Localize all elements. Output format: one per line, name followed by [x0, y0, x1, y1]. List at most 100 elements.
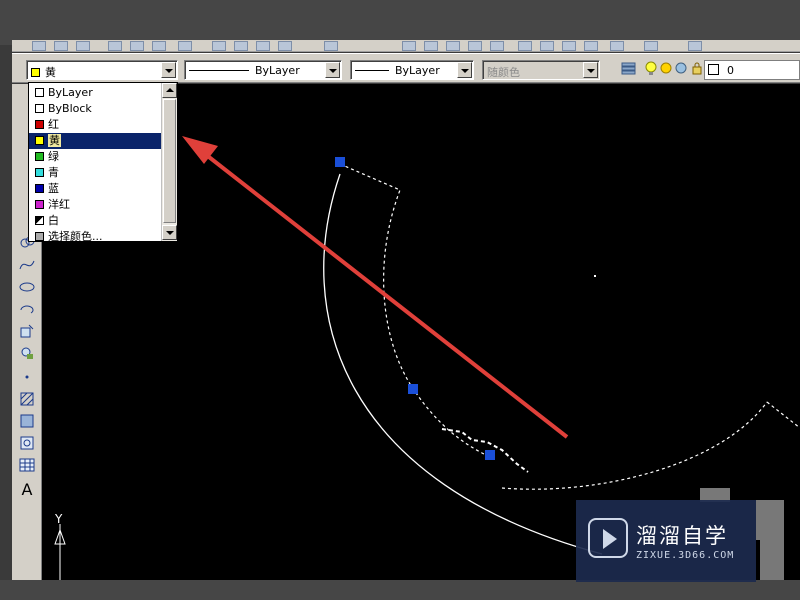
toolbar-button[interactable] — [256, 41, 270, 51]
color-option-red[interactable]: 红 — [29, 117, 162, 133]
color-swatch — [35, 120, 44, 129]
color-option-byblock[interactable]: ByBlock — [29, 101, 162, 117]
grip-point — [408, 384, 418, 394]
scroll-thumb[interactable] — [163, 99, 176, 223]
outer-arc — [323, 173, 603, 555]
scroll-up-icon[interactable] — [162, 83, 177, 98]
toolbar-button[interactable] — [468, 41, 482, 51]
toolbar-button[interactable] — [108, 41, 122, 51]
line-sample — [355, 70, 389, 71]
toolbar-button[interactable] — [610, 41, 624, 51]
toolbar-button[interactable] — [178, 41, 192, 51]
color-dropdown-list: ByLayer ByBlock 红 黄 绿 青 蓝 洋红 白 选择颜色... — [28, 82, 178, 245]
color-palette-icon — [35, 232, 44, 241]
layer-combo-value: 0 — [727, 64, 734, 77]
toolbar-button[interactable] — [584, 41, 598, 51]
top-margin — [0, 0, 800, 45]
region-fill-icon[interactable] — [18, 434, 36, 452]
toolbar-button[interactable] — [490, 41, 504, 51]
toolbar-button[interactable] — [130, 41, 144, 51]
toolbar-button[interactable] — [688, 41, 702, 51]
color-option-bylayer[interactable]: ByLayer — [29, 85, 162, 101]
color-combo-value: 黄 — [31, 64, 56, 80]
chevron-down-icon[interactable] — [457, 62, 472, 78]
toolbar-button[interactable] — [278, 41, 292, 51]
color-swatch — [35, 88, 44, 97]
ellipse-arc-icon[interactable] — [18, 300, 36, 318]
blurred-region — [756, 500, 784, 540]
lineweight-combo[interactable]: ByLayer — [350, 60, 474, 80]
watermark-title: 溜溜自学 — [636, 524, 728, 548]
multiline-text-icon[interactable]: A — [18, 480, 36, 499]
toolbar-button[interactable] — [424, 41, 438, 51]
large-dashed-arc-end — [766, 401, 800, 429]
color-swatch — [35, 216, 44, 225]
toolbar-button[interactable] — [324, 41, 338, 51]
chevron-down-icon[interactable] — [325, 62, 340, 78]
linetype-combo-value: ByLayer — [189, 64, 300, 77]
toolbar-button[interactable] — [76, 41, 90, 51]
spline-icon[interactable] — [18, 256, 36, 274]
lock-icon[interactable] — [690, 61, 704, 75]
layers-manager-icon[interactable] — [620, 60, 638, 78]
toolbar-button[interactable] — [518, 41, 532, 51]
selected-dashed-arc — [339, 163, 493, 459]
color-option-magenta[interactable]: 洋红 — [29, 197, 162, 213]
toolbar-button[interactable] — [446, 41, 460, 51]
toolbar-button[interactable] — [562, 41, 576, 51]
table-icon[interactable] — [18, 456, 36, 474]
ellipse-icon[interactable] — [18, 278, 36, 296]
layer-color-swatch — [708, 64, 719, 75]
color-option-blue[interactable]: 蓝 — [29, 181, 162, 197]
hatch-icon[interactable] — [18, 390, 36, 408]
ucs-y-label: Y — [55, 512, 63, 526]
toolbar-button[interactable] — [644, 41, 658, 51]
point-icon[interactable] — [18, 368, 36, 386]
toolbar-button[interactable] — [402, 41, 416, 51]
toolbar-button[interactable] — [234, 41, 248, 51]
center-marker — [594, 275, 596, 277]
color-swatch — [35, 136, 44, 145]
color-option-white[interactable]: 白 — [29, 213, 162, 229]
plotstyle-combo: 随颜色 — [482, 60, 600, 80]
watermark: 溜溜自学 ZIXUE.3D66.COM — [576, 500, 756, 582]
color-option-select-color[interactable]: 选择颜色... — [29, 229, 162, 245]
standard-toolbar — [12, 40, 800, 52]
autocad-window: 黄 ByLayer ByLayer 随颜色 0 A Y ByLayer ByBl… — [0, 0, 800, 600]
annotation-arrow-shaft — [198, 148, 569, 439]
color-option-green[interactable]: 绿 — [29, 149, 162, 165]
play-logo-icon — [588, 518, 628, 558]
lightbulb-icon[interactable] — [644, 61, 658, 77]
layer-combo[interactable]: 0 — [704, 60, 800, 80]
toolbar-button[interactable] — [540, 41, 554, 51]
color-combo[interactable]: 黄 — [26, 60, 178, 80]
line-sample — [189, 70, 249, 71]
color-option-cyan[interactable]: 青 — [29, 165, 162, 181]
make-block-icon[interactable] — [18, 344, 36, 362]
toolbar-button[interactable] — [32, 41, 46, 51]
toolbar-button[interactable] — [212, 41, 226, 51]
toolbar-button[interactable] — [54, 41, 68, 51]
chevron-down-icon[interactable] — [161, 62, 176, 78]
viewport-freeze-icon[interactable] — [674, 61, 688, 75]
scroll-down-icon[interactable] — [162, 225, 177, 240]
chevron-down-icon — [583, 62, 598, 78]
color-swatch — [35, 184, 44, 193]
blurred-region — [760, 540, 784, 580]
grip-point — [485, 450, 495, 460]
color-swatch — [35, 152, 44, 161]
gradient-icon[interactable] — [18, 412, 36, 430]
dropdown-scrollbar[interactable] — [161, 83, 177, 241]
color-option-yellow[interactable]: 黄 — [29, 133, 162, 149]
insert-block-icon[interactable] — [18, 322, 36, 340]
color-swatch — [35, 200, 44, 209]
linetype-combo[interactable]: ByLayer — [184, 60, 342, 80]
color-swatch — [35, 104, 44, 113]
sun-icon[interactable] — [659, 61, 673, 75]
watermark-subtitle: ZIXUE.3D66.COM — [636, 550, 735, 561]
bottom-margin — [0, 580, 800, 600]
color-swatch — [31, 68, 40, 77]
properties-toolbar: 黄 ByLayer ByLayer 随颜色 0 — [12, 53, 800, 83]
toolbar-button[interactable] — [152, 41, 166, 51]
plotstyle-combo-value: 随颜色 — [487, 66, 520, 79]
